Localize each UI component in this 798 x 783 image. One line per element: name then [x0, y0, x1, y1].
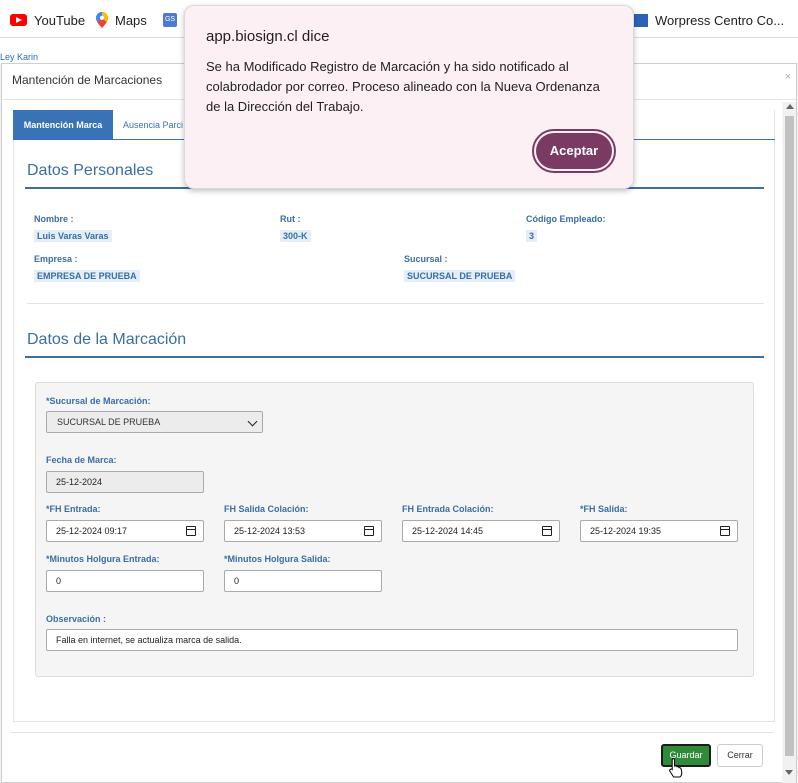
section-title-datos-marcacion: Datos de la Marcación	[27, 331, 187, 348]
scroll-up-icon[interactable]	[786, 104, 794, 109]
calendar-icon[interactable]	[542, 526, 552, 536]
fh-entrada-colacion-field[interactable]: 25-12-2024 14:45	[402, 520, 560, 542]
alert-dialog: app.biosign.cl dice Se ha Modificado Reg…	[184, 5, 634, 189]
aceptar-button-label: Aceptar	[536, 133, 612, 169]
aceptar-button[interactable]: Aceptar	[532, 129, 616, 173]
fh-salida-label: *FH Salida:	[580, 504, 628, 514]
calendar-icon[interactable]	[186, 526, 196, 536]
holgura-salida-label: *Minutos Holgura Salida:	[224, 554, 331, 564]
bookmark-wordpress[interactable]: Worpress Centro Co...	[632, 11, 784, 29]
browser-viewport: YouTube Maps GS Worpress Centro Co... Le…	[0, 0, 798, 783]
footer-divider	[11, 732, 773, 733]
rut-value: 300-K	[280, 230, 311, 242]
sucursal-label: Sucursal :	[404, 254, 448, 264]
gs-icon: GS	[163, 13, 177, 27]
fh-entrada-colacion-label: FH Entrada Colación:	[402, 504, 494, 514]
tab-mantencion-marca[interactable]: Mantención Marca	[13, 110, 113, 140]
section-divider	[25, 356, 764, 358]
sucursal-marcacion-selected: SUCURSAL DE PRUEBA	[57, 417, 161, 427]
fh-salida-colacion-label: FH Salida Colación:	[224, 504, 309, 514]
dialog-message: Se ha Modificado Registro de Marcación y…	[206, 59, 600, 114]
holgura-entrada-label: *Minutos Holgura Entrada:	[46, 554, 160, 564]
calendar-icon[interactable]	[364, 526, 374, 536]
fecha-marca-field[interactable]: 25-12-2024	[46, 471, 204, 493]
tab-ausencia-parcial[interactable]: Ausencia Parci	[123, 110, 183, 140]
nombre-value: Luis Varas Varas	[34, 230, 112, 242]
sucursal-marcacion-select[interactable]: SUCURSAL DE PRUEBA	[46, 411, 263, 433]
fh-salida-value: 25-12-2024 19:35	[590, 526, 662, 536]
holgura-entrada-value: 0	[56, 576, 62, 586]
fh-entrada-field[interactable]: 25-12-2024 09:17	[46, 520, 204, 542]
bookmark-label: Maps	[115, 12, 147, 28]
holgura-salida-field[interactable]: 0	[224, 570, 382, 592]
observacion-field[interactable]: Falla en internet, se actualiza marca de…	[46, 629, 738, 651]
close-icon[interactable]: ×	[785, 71, 791, 83]
bookmark-label: YouTube	[34, 12, 86, 28]
fh-salida-colacion-field[interactable]: 25-12-2024 13:53	[224, 520, 382, 542]
hand-cursor-icon	[669, 757, 683, 778]
fecha-marca-label: Fecha de Marca:	[46, 455, 117, 465]
chevron-down-icon	[247, 416, 258, 427]
wordpress-icon	[632, 13, 648, 27]
fh-entrada-value: 25-12-2024 09:17	[56, 526, 128, 536]
fh-entrada-colacion-value: 25-12-2024 14:45	[412, 526, 484, 536]
holgura-salida-value: 0	[234, 576, 240, 586]
nombre-label: Nombre :	[34, 214, 74, 224]
sucursal-marcacion-label: *Sucursal de Marcación:	[46, 396, 151, 406]
rut-label: Rut :	[280, 214, 301, 224]
maps-icon	[96, 12, 108, 28]
dialog-title: app.biosign.cl dice	[206, 28, 330, 45]
section-title-datos-personales: Datos Personales	[27, 162, 154, 179]
separator	[27, 303, 764, 304]
codigo-empleado-label: Código Empleado:	[526, 214, 606, 224]
fh-entrada-label: *FH Entrada:	[46, 504, 101, 514]
empresa-value: EMPRESA DE PRUEBA	[34, 270, 140, 282]
fh-salida-field[interactable]: 25-12-2024 19:35	[580, 520, 738, 542]
observacion-label: Observación :	[46, 614, 107, 624]
cerrar-button[interactable]: Cerrar	[717, 744, 763, 767]
scroll-down-icon[interactable]	[785, 770, 793, 775]
bookmark-label: Worpress Centro Co...	[655, 12, 785, 28]
background-link-ley-karin[interactable]: Ley Karin	[0, 52, 38, 62]
scrollbar-thumb[interactable]	[785, 116, 794, 756]
empresa-label: Empresa :	[34, 254, 78, 264]
codigo-empleado-value: 3	[526, 230, 538, 242]
bookmark-gs[interactable]: GS	[163, 11, 184, 29]
bookmark-maps[interactable]: Maps	[96, 11, 147, 29]
fh-salida-colacion-value: 25-12-2024 13:53	[234, 526, 306, 536]
bookmark-youtube[interactable]: YouTube	[10, 11, 85, 29]
youtube-icon	[10, 14, 27, 26]
holgura-entrada-field[interactable]: 0	[46, 570, 204, 592]
sucursal-value: SUCURSAL DE PRUEBA	[404, 270, 516, 282]
modal-title: Mantención de Marcaciones	[12, 73, 163, 87]
observacion-value: Falla en internet, se actualiza marca de…	[56, 635, 242, 645]
fecha-marca-value: 25-12-2024	[56, 477, 103, 487]
calendar-icon[interactable]	[720, 526, 730, 536]
